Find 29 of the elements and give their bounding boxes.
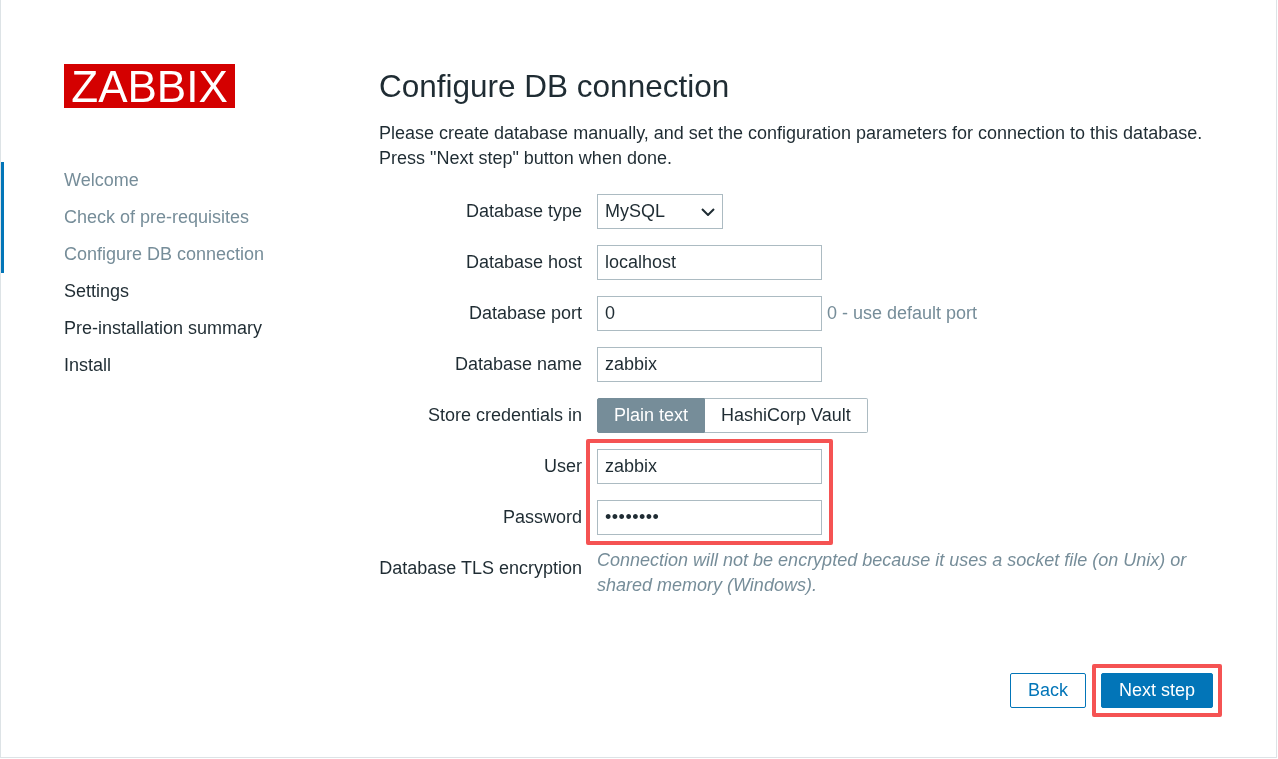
wizard-step: Check of pre-requisites <box>1 199 254 236</box>
dropdown-field[interactable]: MySQL <box>597 194 723 229</box>
back-button[interactable]: Back <box>1009 673 1086 708</box>
logo: ZABBIX <box>64 64 235 108</box>
toggle-option[interactable]: HashiCorp Vault <box>705 398 868 433</box>
input-field[interactable]: 0 <box>597 296 822 331</box>
field-label: Store credentials in <box>427 404 582 427</box>
page-title: Configure DB connection <box>379 68 730 104</box>
field-label: User <box>544 455 582 478</box>
next-button[interactable]: Next step <box>1100 673 1213 708</box>
field-label: Database type <box>465 200 582 223</box>
hint-text: 0 - use default port <box>827 303 978 324</box>
field-label: Password <box>502 506 582 529</box>
info-text: Connection will not be encrypted because it uses a socket file (on Unix) or shared memory (Windows). <box>597 549 1188 597</box>
chevron-down-icon <box>701 207 715 216</box>
input-field[interactable]: localhost <box>597 245 822 280</box>
intro-text: Please create database manually, and set the configuration parameters for connection to this database. Press "Next step" button when done. <box>379 122 1204 170</box>
wizard-step: Install <box>1 347 116 384</box>
input-field[interactable]: zabbix <box>597 347 822 382</box>
wizard-step: Settings <box>1 273 134 310</box>
field-label: Database TLS encryption <box>379 557 582 580</box>
wizard-step: Welcome <box>1 162 143 199</box>
field-label: Database host <box>465 251 582 274</box>
wizard-step: Pre-installation summary <box>1 310 267 347</box>
password-field[interactable]: •••••••• <box>597 500 822 535</box>
field-label: Database port <box>468 302 582 325</box>
input-field[interactable]: zabbix <box>597 449 822 484</box>
wizard-step: Configure DB connection <box>1 236 269 273</box>
field-label: Database name <box>454 353 582 376</box>
